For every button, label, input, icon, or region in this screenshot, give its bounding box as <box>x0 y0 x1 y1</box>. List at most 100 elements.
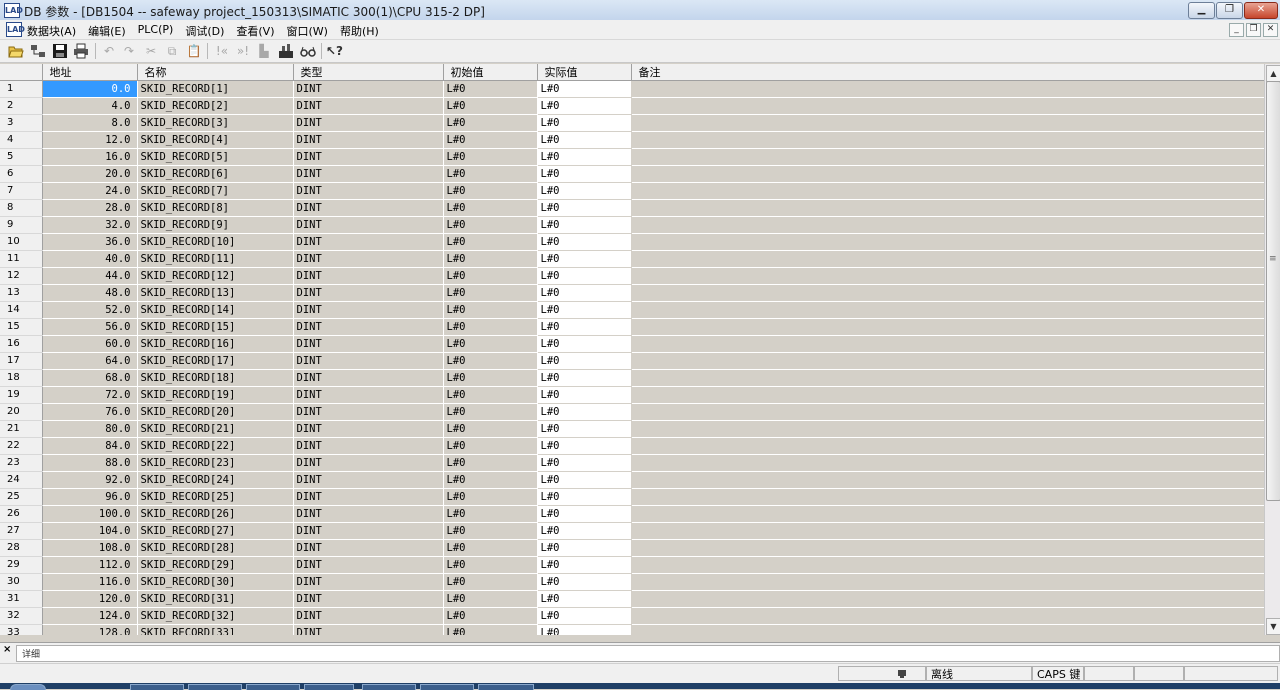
address-cell[interactable]: 112.0 <box>42 556 138 574</box>
table-row[interactable]: 8 28.0 SKID_RECORD[8] DINT L#0 L#0 <box>0 199 1264 217</box>
address-cell[interactable]: 120.0 <box>42 590 138 608</box>
address-cell[interactable]: 72.0 <box>42 386 138 404</box>
table-row[interactable]: 5 16.0 SKID_RECORD[5] DINT L#0 L#0 <box>0 148 1264 166</box>
row-number-cell[interactable]: 31 <box>0 590 43 608</box>
address-cell[interactable]: 4.0 <box>42 97 138 115</box>
initial-value-cell[interactable]: L#0 <box>443 301 538 319</box>
comment-cell[interactable] <box>631 352 1264 370</box>
initial-value-cell[interactable]: L#0 <box>443 216 538 234</box>
table-row[interactable]: 9 32.0 SKID_RECORD[9] DINT L#0 L#0 <box>0 216 1264 234</box>
table-row[interactable]: 3 8.0 SKID_RECORD[3] DINT L#0 L#0 <box>0 114 1264 132</box>
table-row[interactable]: 15 56.0 SKID_RECORD[15] DINT L#0 L#0 <box>0 318 1264 336</box>
column-header-address[interactable]: 地址 <box>42 64 138 81</box>
row-number-cell[interactable]: 10 <box>0 233 43 251</box>
type-cell[interactable]: DINT <box>293 267 444 285</box>
table-row[interactable]: 25 96.0 SKID_RECORD[25] DINT L#0 L#0 <box>0 488 1264 506</box>
initial-value-cell[interactable]: L#0 <box>443 488 538 506</box>
comment-cell[interactable] <box>631 284 1264 302</box>
row-number-cell[interactable]: 15 <box>0 318 43 336</box>
address-cell[interactable]: 108.0 <box>42 539 138 557</box>
name-cell[interactable]: SKID_RECORD[9] <box>137 216 294 234</box>
address-cell[interactable]: 60.0 <box>42 335 138 353</box>
comment-cell[interactable] <box>631 522 1264 540</box>
actual-value-cell[interactable]: L#0 <box>537 352 632 370</box>
table-row[interactable]: 27 104.0 SKID_RECORD[27] DINT L#0 L#0 <box>0 522 1264 540</box>
actual-value-cell[interactable]: L#0 <box>537 284 632 302</box>
initial-value-cell[interactable]: L#0 <box>443 352 538 370</box>
type-cell[interactable]: DINT <box>293 233 444 251</box>
name-cell[interactable]: SKID_RECORD[11] <box>137 250 294 268</box>
column-header-initial-value[interactable]: 初始值 <box>443 64 538 81</box>
actual-value-cell[interactable]: L#0 <box>537 250 632 268</box>
address-cell[interactable]: 0.0 <box>42 80 138 98</box>
type-cell[interactable]: DINT <box>293 454 444 472</box>
comment-cell[interactable] <box>631 420 1264 438</box>
taskbar-button[interactable] <box>304 684 354 690</box>
name-cell[interactable]: SKID_RECORD[7] <box>137 182 294 200</box>
menu-window[interactable]: 窗口(W) <box>287 23 328 39</box>
table-row[interactable]: 4 12.0 SKID_RECORD[4] DINT L#0 L#0 <box>0 131 1264 149</box>
initial-value-cell[interactable]: L#0 <box>443 607 538 625</box>
address-cell[interactable]: 32.0 <box>42 216 138 234</box>
actual-value-cell[interactable]: L#0 <box>537 97 632 115</box>
minimize-icon[interactable]: ▁ <box>1188 2 1215 19</box>
row-number-cell[interactable]: 27 <box>0 522 43 540</box>
name-cell[interactable]: SKID_RECORD[6] <box>137 165 294 183</box>
initial-value-cell[interactable]: L#0 <box>443 97 538 115</box>
name-cell[interactable]: SKID_RECORD[12] <box>137 267 294 285</box>
initial-value-cell[interactable]: L#0 <box>443 114 538 132</box>
name-cell[interactable]: SKID_RECORD[13] <box>137 284 294 302</box>
vertical-scrollbar[interactable]: ▲ ≡ ▼ <box>1264 64 1280 635</box>
initial-value-cell[interactable]: L#0 <box>443 80 538 98</box>
type-cell[interactable]: DINT <box>293 539 444 557</box>
close-icon[interactable]: ✕ <box>1244 2 1278 19</box>
name-cell[interactable]: SKID_RECORD[31] <box>137 590 294 608</box>
menu-data-block[interactable]: 数据块(A) <box>27 23 76 39</box>
table-row[interactable]: 19 72.0 SKID_RECORD[19] DINT L#0 L#0 <box>0 386 1264 404</box>
row-number-cell[interactable]: 32 <box>0 607 43 625</box>
comment-cell[interactable] <box>631 182 1264 200</box>
comment-cell[interactable] <box>631 233 1264 251</box>
scrollbar-thumb[interactable] <box>1266 81 1280 501</box>
type-cell[interactable]: DINT <box>293 590 444 608</box>
comment-cell[interactable] <box>631 505 1264 523</box>
actual-value-cell[interactable]: L#0 <box>537 522 632 540</box>
type-cell[interactable]: DINT <box>293 97 444 115</box>
row-number-cell[interactable]: 21 <box>0 420 43 438</box>
table-row[interactable]: 12 44.0 SKID_RECORD[12] DINT L#0 L#0 <box>0 267 1264 285</box>
mdi-close-icon[interactable]: ✕ <box>1263 23 1278 37</box>
type-cell[interactable]: DINT <box>293 556 444 574</box>
table-row[interactable]: 13 48.0 SKID_RECORD[13] DINT L#0 L#0 <box>0 284 1264 302</box>
name-cell[interactable]: SKID_RECORD[14] <box>137 301 294 319</box>
name-cell[interactable]: SKID_RECORD[26] <box>137 505 294 523</box>
go-to-start-icon[interactable]: !« <box>212 43 232 59</box>
initial-value-cell[interactable]: L#0 <box>443 437 538 455</box>
document-icon[interactable]: LAD <box>6 22 25 37</box>
name-cell[interactable]: SKID_RECORD[30] <box>137 573 294 591</box>
table-row[interactable]: 33 128.0 SKID_RECORD[33] DINT L#0 L#0 <box>0 624 1264 635</box>
type-cell[interactable]: DINT <box>293 488 444 506</box>
row-number-cell[interactable]: 33 <box>0 624 43 635</box>
actual-value-cell[interactable]: L#0 <box>537 505 632 523</box>
address-cell[interactable]: 100.0 <box>42 505 138 523</box>
taskbar-button[interactable] <box>362 684 416 690</box>
address-cell[interactable]: 92.0 <box>42 471 138 489</box>
actual-value-cell[interactable]: L#0 <box>537 131 632 149</box>
row-number-cell[interactable]: 1 <box>0 80 43 98</box>
actual-value-cell[interactable]: L#0 <box>537 199 632 217</box>
name-cell[interactable]: SKID_RECORD[1] <box>137 80 294 98</box>
type-cell[interactable]: DINT <box>293 182 444 200</box>
taskbar-button[interactable] <box>420 684 474 690</box>
initial-value-cell[interactable]: L#0 <box>443 369 538 387</box>
taskbar-button[interactable] <box>478 684 534 690</box>
name-cell[interactable]: SKID_RECORD[18] <box>137 369 294 387</box>
menu-help[interactable]: 帮助(H) <box>340 23 379 39</box>
comment-cell[interactable] <box>631 573 1264 591</box>
table-row[interactable]: 11 40.0 SKID_RECORD[11] DINT L#0 L#0 <box>0 250 1264 268</box>
table-row[interactable]: 32 124.0 SKID_RECORD[32] DINT L#0 L#0 <box>0 607 1264 625</box>
address-cell[interactable]: 8.0 <box>42 114 138 132</box>
menu-edit[interactable]: 编辑(E) <box>88 23 126 39</box>
table-row[interactable]: 20 76.0 SKID_RECORD[20] DINT L#0 L#0 <box>0 403 1264 421</box>
initial-value-cell[interactable]: L#0 <box>443 590 538 608</box>
type-cell[interactable]: DINT <box>293 284 444 302</box>
